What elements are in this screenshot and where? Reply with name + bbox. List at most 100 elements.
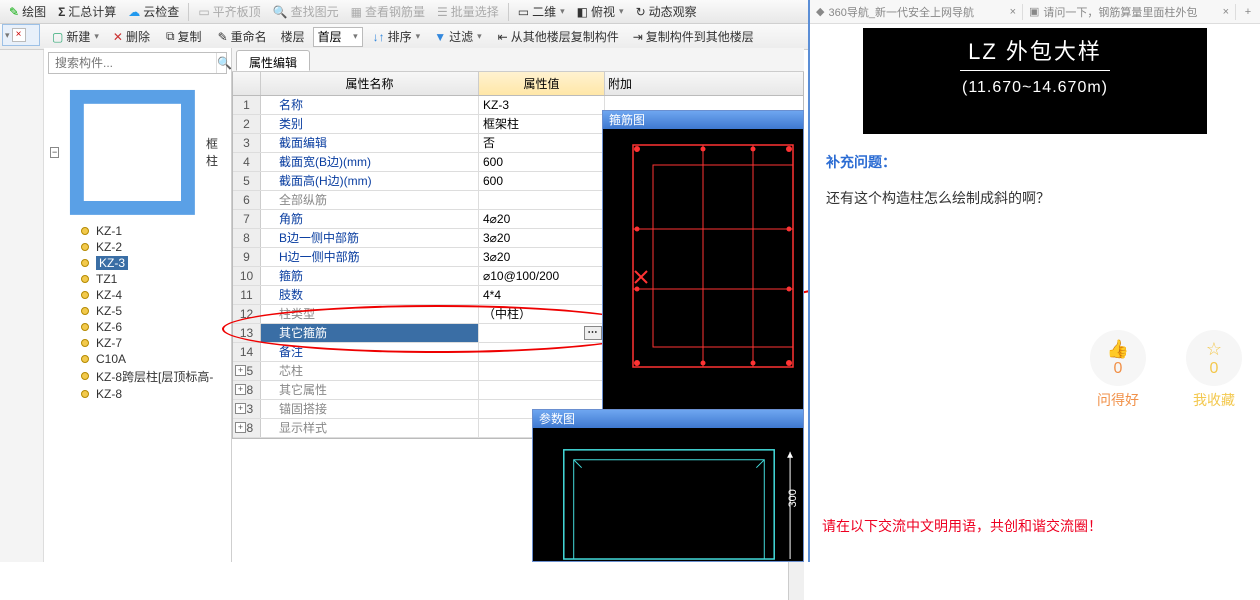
btn-copy-to[interactable]: ⇥复制构件到其他楼层 xyxy=(627,25,760,49)
prop-value[interactable] xyxy=(479,191,605,209)
prop-value[interactable]: 框架柱 xyxy=(479,115,605,133)
star-icon: ☆ xyxy=(1206,339,1222,360)
browser-tab-1[interactable]: ◆360导航_新一代安全上网导航× xyxy=(810,4,1023,20)
btn-rebar[interactable]: ▦查看钢筋量 xyxy=(346,1,430,23)
col-name: 属性名称 xyxy=(261,72,479,95)
btn-rename[interactable]: ✎重命名 xyxy=(212,25,273,49)
collapse-icon[interactable]: − xyxy=(50,147,59,158)
btn-new[interactable]: ▢新建▾ xyxy=(46,25,105,49)
prop-value[interactable]: 4*4 xyxy=(479,286,605,304)
prop-name: 显示样式 xyxy=(261,419,479,437)
cad-title[interactable]: 箍筋图 xyxy=(603,111,803,129)
prop-value[interactable]: 4⌀20 xyxy=(479,210,605,228)
prop-value[interactable]: ⌀10@100/200 xyxy=(479,267,605,285)
btn-copy[interactable]: ⧉复制 xyxy=(160,25,208,49)
tree-item-label: KZ-3 xyxy=(96,256,128,270)
btn-find[interactable]: 🔍查找图元 xyxy=(268,1,344,23)
cad-window-stirrup[interactable]: 箍筋图 xyxy=(602,110,804,410)
label-floors: 楼层 xyxy=(275,25,311,49)
prop-name: 箍筋 xyxy=(261,267,479,285)
btn-2d[interactable]: ▭二维▾ xyxy=(513,1,570,23)
thumbs-up-icon: 👍 xyxy=(1107,339,1129,360)
tree-item[interactable]: KZ-7 xyxy=(46,335,229,351)
prop-value[interactable] xyxy=(479,343,605,361)
btn-top[interactable]: ◧俯视▾ xyxy=(572,1,629,23)
tree-item[interactable]: KZ-1 xyxy=(46,223,229,239)
vote-actions: 👍0 问得好 ☆0 我收藏 xyxy=(1090,330,1242,410)
search-box: 🔍 xyxy=(48,52,227,74)
cad-window-param[interactable]: 参数图 300 xyxy=(532,409,804,562)
prop-name: 其它箍筋 xyxy=(261,324,479,342)
tree-item-label: KZ-8 xyxy=(96,387,122,401)
component-tree-panel: 🔍 − 框柱 KZ-1KZ-2KZ-3TZ1KZ-4KZ-5 KZ-6KZ-7C1… xyxy=(44,48,232,562)
prop-value[interactable]: 600 xyxy=(479,172,605,190)
tab-property-edit[interactable]: 属性编辑 xyxy=(236,50,310,71)
tree-item[interactable]: KZ-3 xyxy=(46,255,229,271)
search-icon[interactable]: 🔍 xyxy=(216,53,232,73)
separator xyxy=(508,3,509,21)
tree-item[interactable]: C10A xyxy=(46,351,229,367)
supplement-section: 补充问题： 还有这个构造柱怎么绘制成斜的啊？ xyxy=(810,152,1260,208)
prop-name: 备注 xyxy=(261,343,479,361)
prop-name: 名称 xyxy=(261,96,479,114)
prop-name: 锚固搭接 xyxy=(261,400,479,418)
supplement-question: 还有这个构造柱怎么绘制成斜的啊？ xyxy=(826,188,1244,208)
prop-value[interactable]: 否 xyxy=(479,134,605,152)
prop-value[interactable] xyxy=(479,381,605,399)
panel-handle[interactable]: ▾× xyxy=(2,24,40,46)
prop-value[interactable] xyxy=(479,362,605,380)
col-value: 属性值 xyxy=(479,72,605,95)
ellipsis-button[interactable]: ⋯ xyxy=(584,326,602,340)
prop-name: 角筋 xyxy=(261,210,479,228)
btn-filter[interactable]: ▼过滤▾ xyxy=(428,25,487,49)
btn-good[interactable]: 👍0 问得好 xyxy=(1090,330,1146,410)
browser-panel: ◆360导航_新一代安全上网导航× ▣请问一下，钢筋算量里面柱外包× + LZ … xyxy=(808,0,1260,562)
prop-name: 柱类型 xyxy=(261,305,479,323)
prop-value[interactable]: （中柱） xyxy=(479,305,605,323)
prop-value[interactable]: KZ-3 xyxy=(479,96,605,114)
tree-item-label: KZ-6 xyxy=(96,320,122,334)
svg-text:300: 300 xyxy=(787,489,799,507)
drawing-title-block: LZ 外包大样 (11.670~14.670m) xyxy=(863,28,1207,134)
tree-item-label: KZ-8跨层柱[层顶标高- xyxy=(96,368,213,385)
tree-item[interactable]: KZ-5 xyxy=(46,303,229,319)
search-input[interactable] xyxy=(49,53,216,73)
prop-value[interactable]: 3⌀20 xyxy=(479,248,605,266)
tree-item[interactable]: KZ-8 xyxy=(46,386,229,402)
prop-value[interactable]: ⋯ xyxy=(479,324,605,342)
tree-item[interactable]: KZ-6 xyxy=(46,319,229,335)
tree-item[interactable]: KZ-8跨层柱[层顶标高- xyxy=(46,367,229,386)
close-icon[interactable]: × xyxy=(12,28,26,42)
btn-dyn[interactable]: ↻动态观察 xyxy=(631,1,702,23)
close-icon[interactable]: × xyxy=(1223,6,1229,18)
tree-item[interactable]: KZ-2 xyxy=(46,239,229,255)
cad-title2[interactable]: 参数图 xyxy=(533,410,803,428)
browser-tab-2[interactable]: ▣请问一下，钢筋算量里面柱外包× xyxy=(1023,4,1236,20)
left-strip xyxy=(0,50,44,562)
btn-favorite[interactable]: ☆0 我收藏 xyxy=(1186,330,1242,410)
btn-copy-from[interactable]: ⇤从其他楼层复制构件 xyxy=(492,25,625,49)
prop-name: 截面高(H边)(mm) xyxy=(261,172,479,190)
prop-value[interactable]: 3⌀20 xyxy=(479,229,605,247)
btn-batch[interactable]: ☰批量选择 xyxy=(432,1,504,23)
prop-name: B边一侧中部筋 xyxy=(261,229,479,247)
btn-sum[interactable]: Σ汇总计算 xyxy=(53,1,121,23)
btn-delete[interactable]: ✕删除 xyxy=(107,25,156,49)
close-icon[interactable]: × xyxy=(1010,6,1016,18)
tree-item[interactable]: TZ1 xyxy=(46,271,229,287)
prop-name: 芯柱 xyxy=(261,362,479,380)
prop-value[interactable]: 600 xyxy=(479,153,605,171)
tree-root[interactable]: − 框柱 xyxy=(46,82,229,223)
new-tab-button[interactable]: + xyxy=(1236,6,1260,18)
btn-cloud[interactable]: ☁云检查 xyxy=(123,1,184,23)
btn-draw[interactable]: ✎绘图 xyxy=(4,1,51,23)
tree-item-label: KZ-5 xyxy=(96,304,122,318)
supplement-heading: 补充问题： xyxy=(826,152,1244,172)
tree-item-label: KZ-1 xyxy=(96,224,122,238)
btn-sort[interactable]: ↓↑排序▾ xyxy=(367,25,427,49)
tree-item[interactable]: KZ-4 xyxy=(46,287,229,303)
floor-select[interactable]: 首层▾ xyxy=(313,27,363,47)
tree-item-label: C10A xyxy=(96,352,126,366)
btn-align[interactable]: ▭平齐板顶 xyxy=(193,1,265,23)
prop-name: H边一侧中部筋 xyxy=(261,248,479,266)
